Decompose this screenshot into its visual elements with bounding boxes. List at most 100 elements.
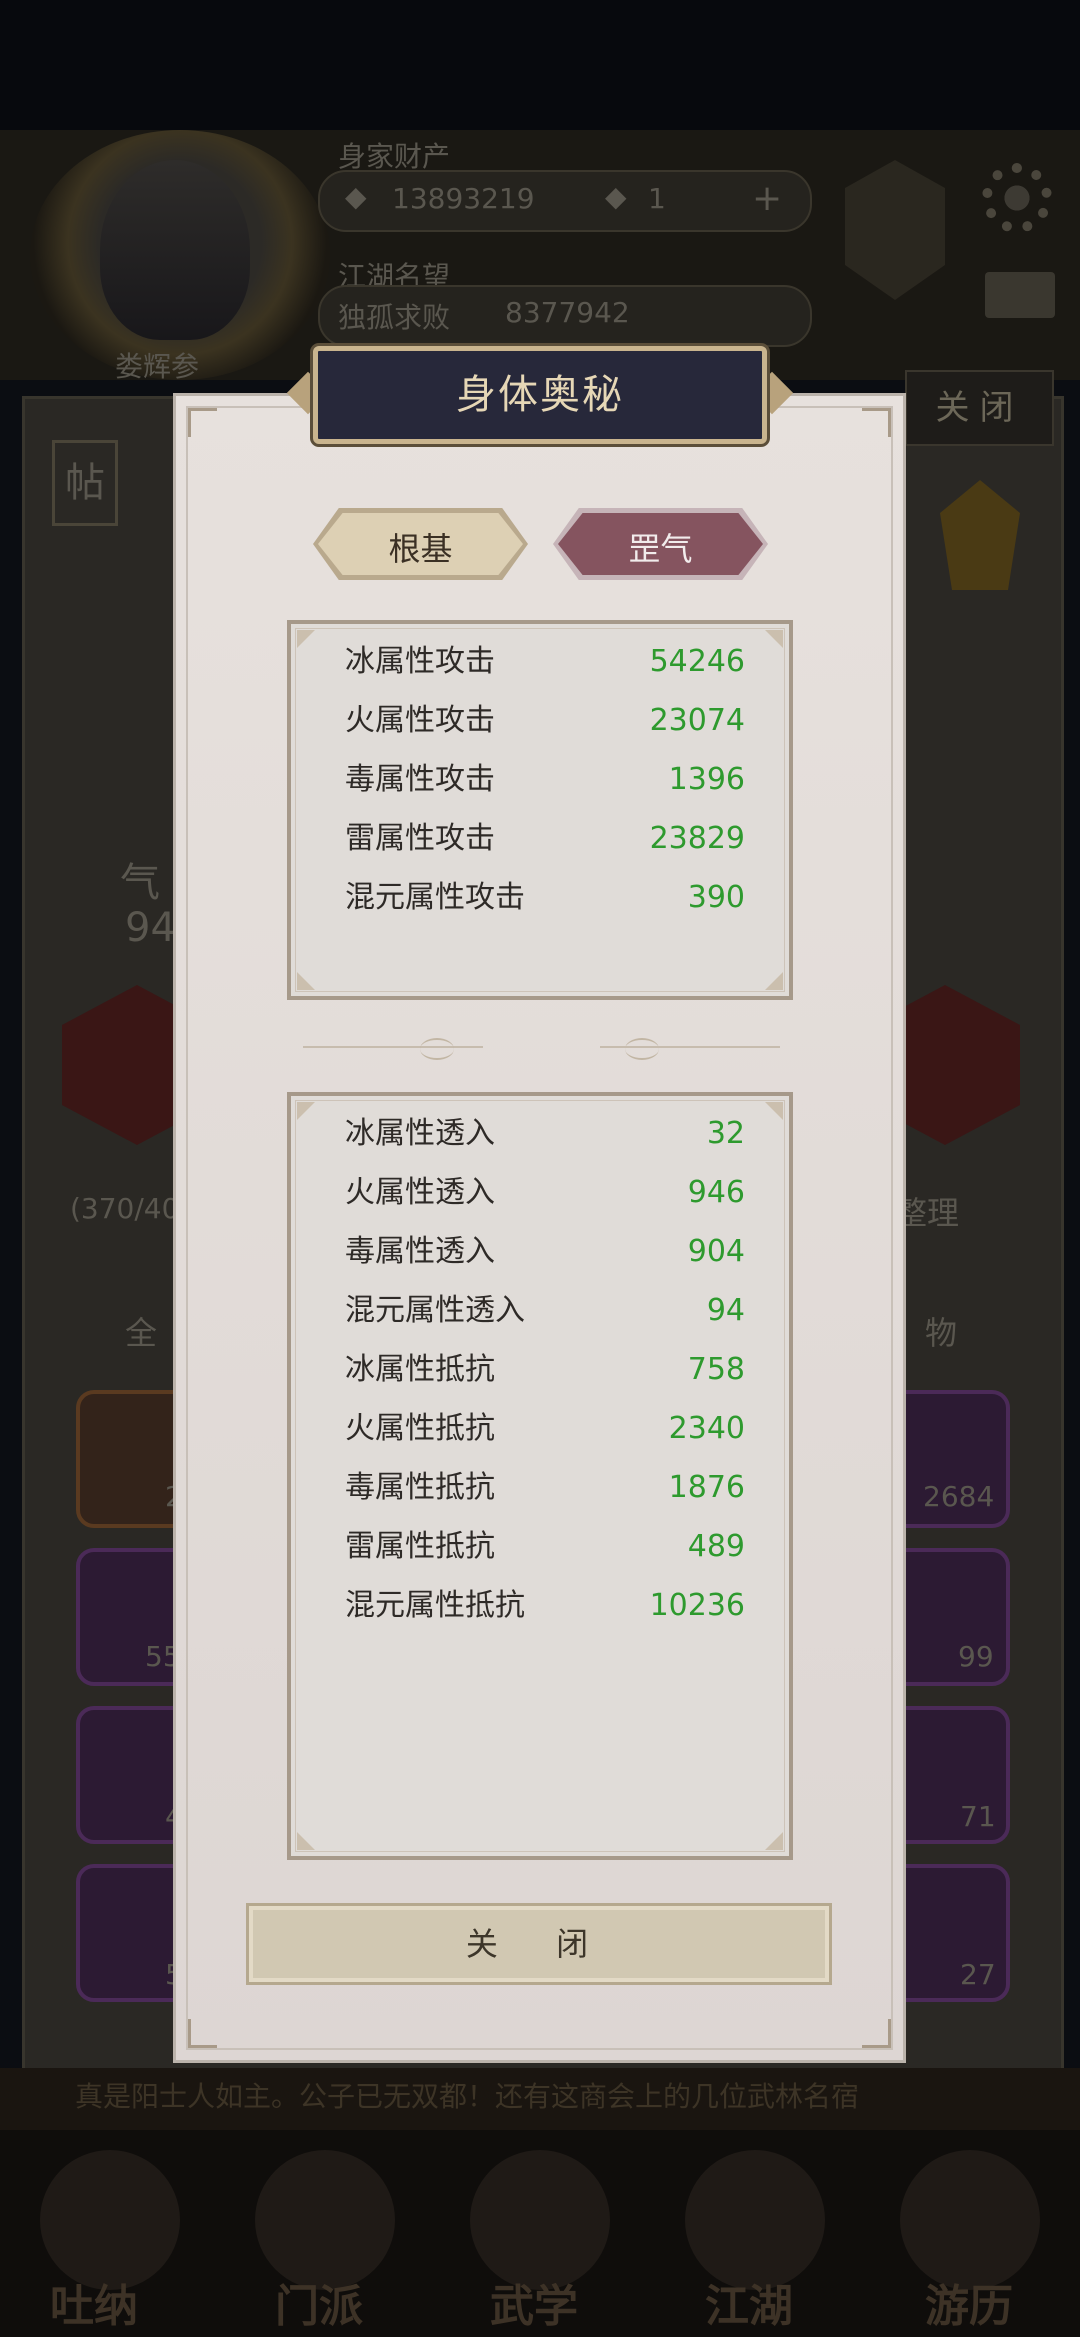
nav-sect-icon[interactable]	[255, 2150, 395, 2290]
stat-row: 冰属性透入 32	[345, 1114, 745, 1154]
coin-icon: ◆	[345, 180, 367, 213]
stat-label: 雷属性抵抗	[345, 1529, 495, 1564]
stat-value: 489	[687, 1529, 745, 1564]
jade-icon: ◆	[605, 180, 627, 213]
tab-gangqi[interactable]: 罡气	[553, 508, 768, 580]
stat-label: 冰属性抵抗	[345, 1352, 495, 1387]
mail-icon[interactable]	[985, 272, 1055, 318]
stat-row: 混元属性攻击 390	[345, 878, 745, 918]
stat-label: 冰属性透入	[345, 1116, 495, 1151]
corner-ornament	[297, 1102, 315, 1120]
stat-value: 390	[687, 880, 745, 915]
section-divider	[600, 1046, 780, 1048]
stat-label: 混元属性透入	[345, 1293, 525, 1328]
stat-row: 雷属性抵抗 489	[345, 1527, 745, 1567]
stat-value: 23074	[649, 703, 745, 738]
item-count: 99	[958, 1640, 994, 1673]
corner-ornament	[297, 972, 315, 990]
stat-label: 火属性攻击	[345, 703, 495, 738]
section-divider	[303, 1046, 483, 1048]
stat-value: 94	[706, 1293, 745, 1328]
stat-label: 毒属性攻击	[345, 762, 495, 797]
item-count: 27	[960, 1958, 996, 1991]
corner-ornament	[862, 2019, 891, 2048]
avatar[interactable]	[100, 160, 250, 340]
corner-ornament	[188, 408, 217, 437]
close-button[interactable]: 关 闭	[246, 1903, 832, 1985]
stat-value: 1396	[668, 762, 745, 797]
stat-label: 冰属性攻击	[345, 644, 495, 679]
bag-count: (370/40	[70, 1192, 180, 1225]
post-icon[interactable]: 帖	[52, 440, 118, 526]
nav-jianghu-icon[interactable]	[685, 2150, 825, 2290]
corner-ornament	[765, 972, 783, 990]
qi-value: 94	[125, 905, 176, 951]
stat-value: 1876	[668, 1470, 745, 1505]
gear-icon[interactable]	[982, 163, 1052, 233]
stat-value: 2340	[668, 1411, 745, 1446]
stat-value: 946	[687, 1175, 745, 1210]
stat-row: 毒属性攻击 1396	[345, 760, 745, 800]
stat-row: 火属性攻击 23074	[345, 701, 745, 741]
stat-label: 毒属性抵抗	[345, 1470, 495, 1505]
stat-label: 雷属性攻击	[345, 821, 495, 856]
filter-items-tab[interactable]: 物	[925, 1308, 957, 1354]
attack-stats-panel: 冰属性攻击 54246 火属性攻击 23074 毒属性攻击 1396 雷属性攻击…	[287, 620, 793, 1000]
nav-jianghu[interactable]: 江湖	[705, 2270, 793, 2334]
stat-row: 雷属性攻击 23829	[345, 819, 745, 859]
filter-all-tab[interactable]: 全	[125, 1308, 157, 1354]
stat-row: 火属性透入 946	[345, 1173, 745, 1213]
corner-ornament	[765, 1832, 783, 1850]
stat-row: 冰属性抵抗 758	[345, 1350, 745, 1390]
divider-ornament	[625, 1038, 659, 1060]
qi-label: 气	[120, 860, 160, 906]
stat-label: 火属性透入	[345, 1175, 495, 1210]
stat-row: 毒属性透入 904	[345, 1232, 745, 1272]
close-tab[interactable]: 关闭	[905, 370, 1054, 446]
item-count: 2684	[923, 1480, 995, 1513]
corner-ornament	[297, 630, 315, 648]
nav-martial[interactable]: 武学	[490, 2270, 578, 2334]
item-count: 71	[960, 1800, 996, 1833]
corner-ornament	[188, 2019, 217, 2048]
add-currency-icon[interactable]: +	[752, 178, 782, 219]
nav-tuna-icon[interactable]	[40, 2150, 180, 2290]
stat-value: 10236	[649, 1588, 745, 1623]
stat-row: 混元属性透入 94	[345, 1291, 745, 1331]
stat-label: 毒属性透入	[345, 1234, 495, 1269]
divider-ornament	[420, 1038, 454, 1060]
stat-value: 758	[687, 1352, 745, 1387]
dialog-title-bar: 身体奥秘	[313, 346, 767, 444]
stat-label: 火属性抵抗	[345, 1411, 495, 1446]
stat-label: 混元属性攻击	[345, 880, 525, 915]
corner-ornament	[765, 630, 783, 648]
fame-value: 8377942	[505, 296, 630, 329]
tab-gangqi-label: 罡气	[558, 513, 763, 575]
stat-value: 23829	[649, 821, 745, 856]
stat-row: 火属性抵抗 2340	[345, 1409, 745, 1449]
stat-row: 冰属性攻击 54246	[345, 642, 745, 682]
tab-foundation[interactable]: 根基	[313, 508, 528, 580]
assets-label: 身家财产	[338, 140, 451, 173]
jade-amount: 1	[648, 182, 666, 215]
status-area	[0, 0, 1080, 130]
dialog-title: 身体奥秘	[456, 372, 624, 418]
corner-ornament	[297, 1832, 315, 1850]
nav-tuna[interactable]: 吐纳	[50, 2270, 138, 2334]
nav-martial-icon[interactable]	[470, 2150, 610, 2290]
stat-label: 混元属性抵抗	[345, 1588, 525, 1623]
stat-value: 32	[706, 1116, 745, 1151]
chat-ticker-text: 真是阳士人如主。公子已无双都！还有这商会上的几位武林名宿	[75, 2080, 860, 2113]
nav-sect[interactable]: 门派	[275, 2270, 363, 2334]
silver-amount: 13893219	[392, 182, 535, 215]
avatar-name: 娄辉参	[115, 350, 200, 383]
stat-row: 毒属性抵抗 1876	[345, 1468, 745, 1508]
corner-ornament	[862, 408, 891, 437]
player-name: 独孤求败	[338, 301, 451, 334]
nav-travel-icon[interactable]	[900, 2150, 1040, 2290]
stat-value: 54246	[649, 644, 745, 679]
tab-foundation-label: 根基	[318, 513, 523, 575]
nav-travel[interactable]: 游历	[925, 2270, 1013, 2334]
corner-ornament	[765, 1102, 783, 1120]
stat-value: 904	[687, 1234, 745, 1269]
